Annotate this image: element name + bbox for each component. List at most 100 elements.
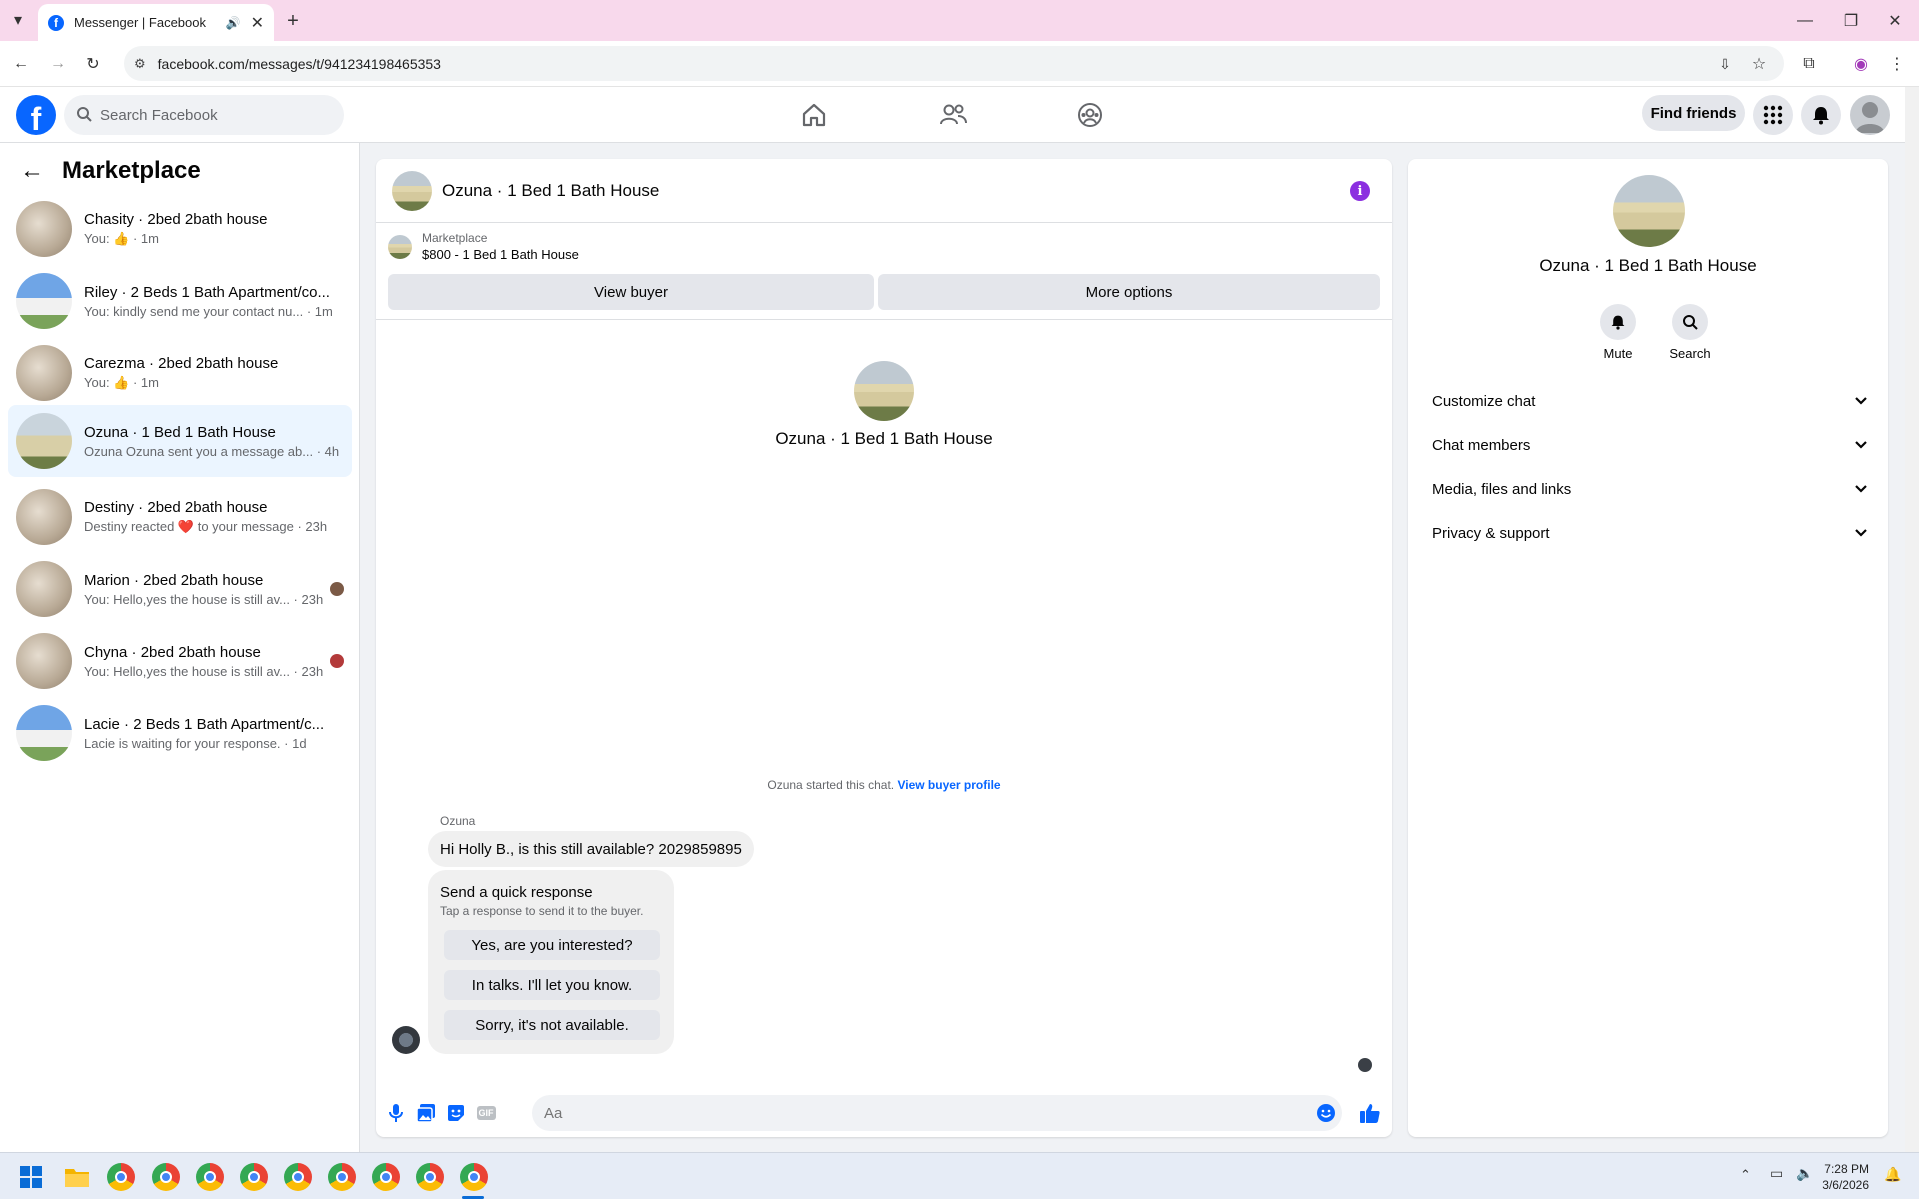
chat-members-row[interactable]: Chat members bbox=[1416, 423, 1880, 467]
started-text: Ozuna started this chat. bbox=[767, 778, 895, 792]
chrome-taskbar-icon[interactable] bbox=[152, 1163, 180, 1191]
message-composer: GIF bbox=[376, 1091, 1392, 1135]
conversation-preview: You: kindly send me your contact nu... ·… bbox=[84, 303, 333, 319]
mute-label: Mute bbox=[1603, 346, 1633, 361]
extensions-icon[interactable]: ⧉ bbox=[1798, 53, 1820, 75]
chat-title[interactable]: Ozuna · 1 Bed 1 Bath House bbox=[442, 181, 659, 201]
close-tab-icon[interactable]: ✕ bbox=[251, 13, 264, 33]
url-field[interactable]: ⚙ facebook.com/messages/t/94123419846535… bbox=[124, 46, 1784, 81]
message-input[interactable] bbox=[532, 1095, 1342, 1131]
chrome-taskbar-icon[interactable] bbox=[284, 1163, 312, 1191]
minimize-icon[interactable]: — bbox=[1794, 10, 1816, 32]
chat-avatar[interactable] bbox=[392, 170, 432, 211]
new-tab-icon[interactable]: + bbox=[282, 10, 304, 32]
clock-date: 3/6/2026 bbox=[1822, 1178, 1869, 1192]
quick-response-card: Send a quick response Tap a response to … bbox=[428, 870, 674, 1054]
file-explorer-icon[interactable] bbox=[64, 1166, 90, 1188]
page-scrollbar[interactable] bbox=[1905, 87, 1919, 1152]
gif-icon[interactable]: GIF bbox=[474, 1101, 498, 1125]
quick-reply-button[interactable]: Yes, are you interested? bbox=[444, 930, 660, 960]
chrome-taskbar-icon[interactable] bbox=[328, 1163, 356, 1191]
emoji-icon[interactable] bbox=[1314, 1101, 1338, 1125]
chrome-taskbar-icon[interactable] bbox=[240, 1163, 268, 1191]
microphone-icon[interactable] bbox=[384, 1101, 408, 1125]
facebook-search-field[interactable]: Search Facebook bbox=[64, 95, 344, 135]
photo-icon[interactable] bbox=[414, 1101, 438, 1125]
chrome-taskbar-icon[interactable] bbox=[372, 1163, 400, 1191]
install-app-icon[interactable]: ⇩ bbox=[1714, 53, 1736, 75]
audio-icon[interactable]: 🔊 bbox=[226, 16, 241, 30]
privacy-support-row[interactable]: Privacy & support bbox=[1416, 511, 1880, 555]
mute-button[interactable]: Mute bbox=[1588, 304, 1648, 361]
listing-thumbnail bbox=[16, 201, 72, 257]
home-icon[interactable] bbox=[798, 99, 830, 131]
search-label: Search bbox=[1669, 346, 1711, 361]
chrome-taskbar-icon[interactable] bbox=[416, 1163, 444, 1191]
search-conversation-button[interactable]: Search bbox=[1660, 304, 1720, 361]
forward-icon[interactable]: → bbox=[47, 53, 69, 75]
bookmark-star-icon[interactable]: ☆ bbox=[1748, 53, 1770, 75]
sender-avatar[interactable] bbox=[392, 1026, 420, 1054]
facebook-logo-icon[interactable]: f bbox=[16, 95, 56, 135]
reload-icon[interactable]: ↻ bbox=[82, 53, 104, 75]
row-label: Customize chat bbox=[1432, 392, 1536, 410]
tab-title: Messenger | Facebook bbox=[74, 15, 206, 30]
chrome-taskbar-icon[interactable] bbox=[196, 1163, 224, 1191]
conversation-item[interactable]: Destiny · 2bed 2bath house Destiny reacte… bbox=[8, 485, 352, 549]
find-friends-button[interactable]: Find friends bbox=[1642, 95, 1745, 131]
row-label: Privacy & support bbox=[1432, 524, 1550, 542]
conversation-item[interactable]: Chyna · 2bed 2bath house You: Hello,yes t… bbox=[8, 629, 352, 693]
info-icon[interactable]: i bbox=[1350, 181, 1370, 201]
quick-reply-button[interactable]: In talks. I'll let you know. bbox=[444, 970, 660, 1000]
show-hidden-icons-icon[interactable]: ⌃ bbox=[1740, 1167, 1751, 1183]
customize-chat-row[interactable]: Customize chat bbox=[1416, 379, 1880, 423]
conversation-item-active[interactable]: Ozuna · 1 Bed 1 Bath House Ozuna Ozuna se… bbox=[8, 405, 352, 477]
view-buyer-profile-link[interactable]: View buyer profile bbox=[897, 778, 1000, 792]
notification-bell-icon[interactable]: 🔔 bbox=[1884, 1166, 1901, 1183]
more-options-button[interactable]: More options bbox=[878, 274, 1380, 310]
conversation-item[interactable]: Lacie · 2 Beds 1 Bath Apartment/c... Laci… bbox=[8, 701, 352, 765]
close-window-icon[interactable]: ✕ bbox=[1884, 10, 1906, 32]
conversation-name: Marion · 2bed 2bath house bbox=[84, 571, 264, 589]
view-buyer-button[interactable]: View buyer bbox=[388, 274, 874, 310]
sidebar-header: ← Marketplace bbox=[20, 157, 201, 185]
friends-icon[interactable] bbox=[937, 99, 969, 131]
menu-kebab-icon[interactable]: ⋮ bbox=[1886, 53, 1908, 75]
groups-icon[interactable] bbox=[1074, 99, 1106, 131]
sticker-icon[interactable] bbox=[444, 1101, 468, 1125]
menu-grid-icon[interactable] bbox=[1753, 95, 1793, 135]
chrome-taskbar-icon[interactable] bbox=[107, 1163, 135, 1191]
taskbar-clock[interactable]: 7:28 PM 3/6/2026 bbox=[1822, 1161, 1869, 1193]
search-placeholder: Search Facebook bbox=[100, 106, 218, 124]
conversation-item[interactable]: Riley · 2 Beds 1 Bath Apartment/co... You… bbox=[8, 269, 352, 333]
maximize-icon[interactable]: ❐ bbox=[1840, 10, 1862, 32]
listing-avatar bbox=[388, 234, 412, 259]
thumbs-up-icon[interactable] bbox=[1358, 1101, 1382, 1125]
site-info-icon[interactable]: ⚙ bbox=[134, 56, 146, 72]
conversation-item[interactable]: Carezma · 2bed 2bath house You: 👍 · 1m bbox=[8, 341, 352, 405]
conversation-item[interactable]: Marion · 2bed 2bath house You: Hello,yes … bbox=[8, 557, 352, 621]
chat-panel: Ozuna · 1 Bed 1 Bath House i Marketplace… bbox=[376, 159, 1392, 1137]
conversation-name: Lacie · 2 Beds 1 Bath Apartment/c... bbox=[84, 715, 325, 733]
chevron-down-icon bbox=[1854, 525, 1868, 542]
intro-avatar bbox=[854, 361, 914, 421]
profile-icon[interactable]: ◉ bbox=[1850, 53, 1872, 75]
network-icon[interactable]: ▭ bbox=[1770, 1165, 1783, 1182]
back-icon[interactable]: ← bbox=[10, 53, 32, 75]
message-bubble[interactable]: Hi Holly B., is this still available? 20… bbox=[428, 831, 754, 867]
conversation-item[interactable]: Chasity · 2bed 2bath house You: 👍 · 1m bbox=[8, 197, 352, 261]
clock-time: 7:28 PM bbox=[1824, 1162, 1869, 1176]
bell-icon bbox=[1600, 304, 1636, 340]
seen-avatar bbox=[330, 582, 344, 596]
notifications-bell-icon[interactable] bbox=[1801, 95, 1841, 135]
tab-search-icon[interactable]: ▾ bbox=[8, 10, 28, 30]
back-arrow-icon[interactable]: ← bbox=[20, 157, 44, 185]
chrome-taskbar-icon-active[interactable] bbox=[460, 1163, 488, 1191]
windows-start-icon[interactable] bbox=[20, 1166, 42, 1188]
quick-reply-button[interactable]: Sorry, it's not available. bbox=[444, 1010, 660, 1040]
browser-tab[interactable]: f Messenger | Facebook 🔊 ✕ bbox=[38, 4, 274, 41]
account-avatar[interactable] bbox=[1850, 95, 1890, 135]
volume-icon[interactable]: 🔈 bbox=[1796, 1165, 1813, 1182]
media-files-links-row[interactable]: Media, files and links bbox=[1416, 467, 1880, 511]
listing-thumbnail bbox=[16, 489, 72, 545]
